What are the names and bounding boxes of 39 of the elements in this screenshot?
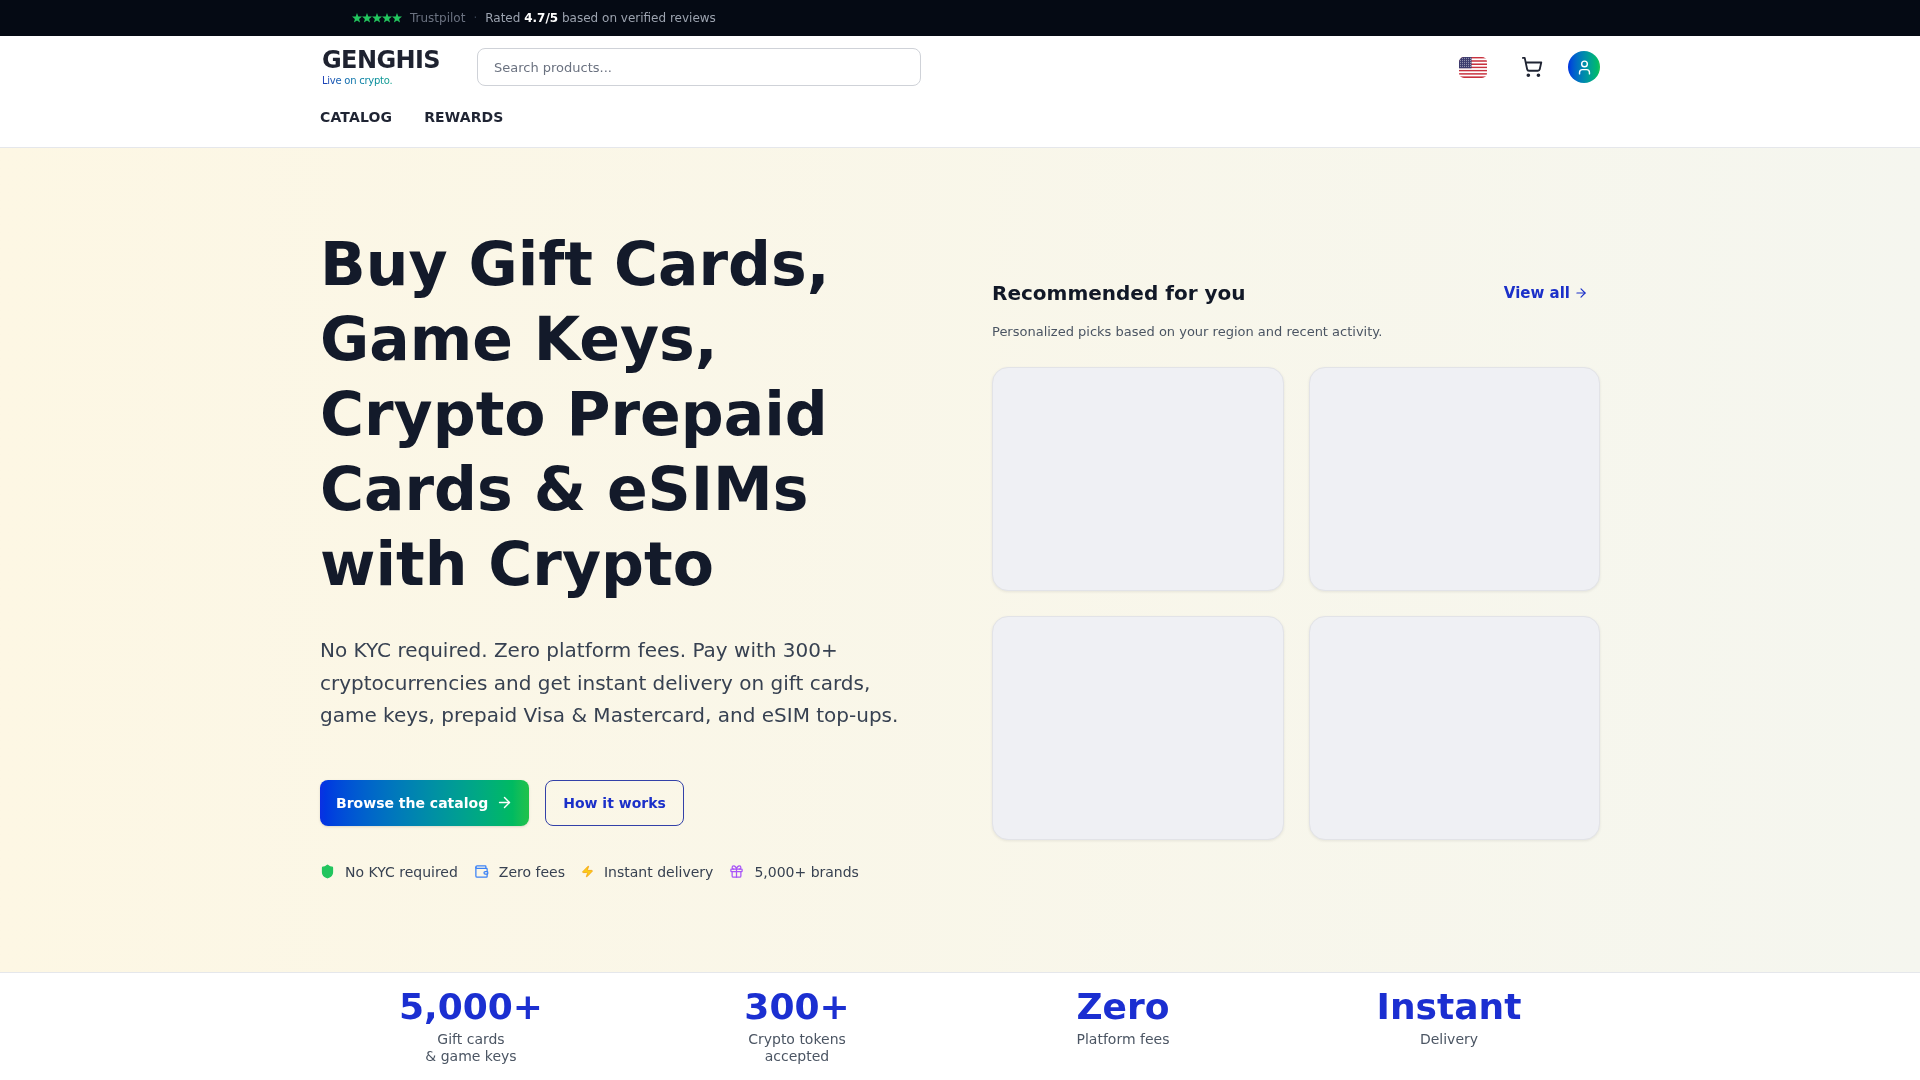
user-avatar-icon[interactable]	[1568, 51, 1600, 83]
search-field[interactable]: Search products...	[477, 48, 921, 86]
star-icon	[372, 13, 382, 23]
hero-description: No KYC required. Zero platform fees. Pay with 300+ cryptocurrencies and get instant delivery on gift cards, game keys, prepaid Visa & Mastercard, and eSIM top-ups.	[320, 637, 900, 729]
cart-icon[interactable]	[1521, 56, 1543, 78]
wallet-icon	[473, 864, 489, 879]
outline-button[interactable]: How it works	[545, 779, 684, 826]
stat-label: Platform fees	[1076, 1030, 1170, 1048]
stat-label: Crypto tokens accepted	[748, 1030, 846, 1065]
stat-label: Gift cards & game keys	[425, 1030, 517, 1065]
review-source: Trustpilot	[410, 10, 466, 26]
star-icon	[392, 13, 402, 23]
flag-icon[interactable]	[1459, 56, 1487, 78]
feature-label: Instant delivery	[603, 862, 714, 882]
logo-tagline: Live on crypto.	[322, 74, 393, 87]
hero-title: Buy Gift Cards, Game Keys, Crypto Prepaid Cards & eSIMs with Crypto	[320, 228, 831, 601]
separator: ·	[473, 10, 478, 26]
stat-value: 5,000+	[398, 986, 543, 1027]
nav-link[interactable]: REWARDS	[424, 107, 504, 127]
shield-icon	[320, 864, 335, 879]
stat-label: Delivery	[1419, 1030, 1479, 1048]
nav-link[interactable]: CATALOG	[320, 107, 393, 127]
star-icon	[382, 13, 392, 23]
browse-button[interactable]: Browse the catalog	[320, 779, 530, 826]
feature-label: No KYC required	[345, 862, 458, 882]
bolt-icon	[580, 865, 594, 878]
star-icon	[352, 13, 362, 23]
feature-label: 5,000+ brands	[754, 862, 859, 882]
section-title: Recommended for you	[992, 279, 1246, 307]
view-all-link[interactable]: View all	[1503, 281, 1588, 304]
stat-value: Instant	[1376, 986, 1522, 1027]
gift-icon	[729, 864, 745, 879]
feature-label: Zero fees	[498, 862, 565, 882]
stat-value: 300+	[744, 986, 850, 1027]
star-icon	[362, 13, 372, 23]
logo-wordmark: GENGHIS	[322, 47, 441, 72]
stat-value: Zero	[1076, 986, 1170, 1027]
rating-text: Rated 4.7/5 based on verified reviews	[485, 10, 716, 26]
section-subtitle: Personalized picks based on your region and recent activity.	[992, 322, 1384, 341]
